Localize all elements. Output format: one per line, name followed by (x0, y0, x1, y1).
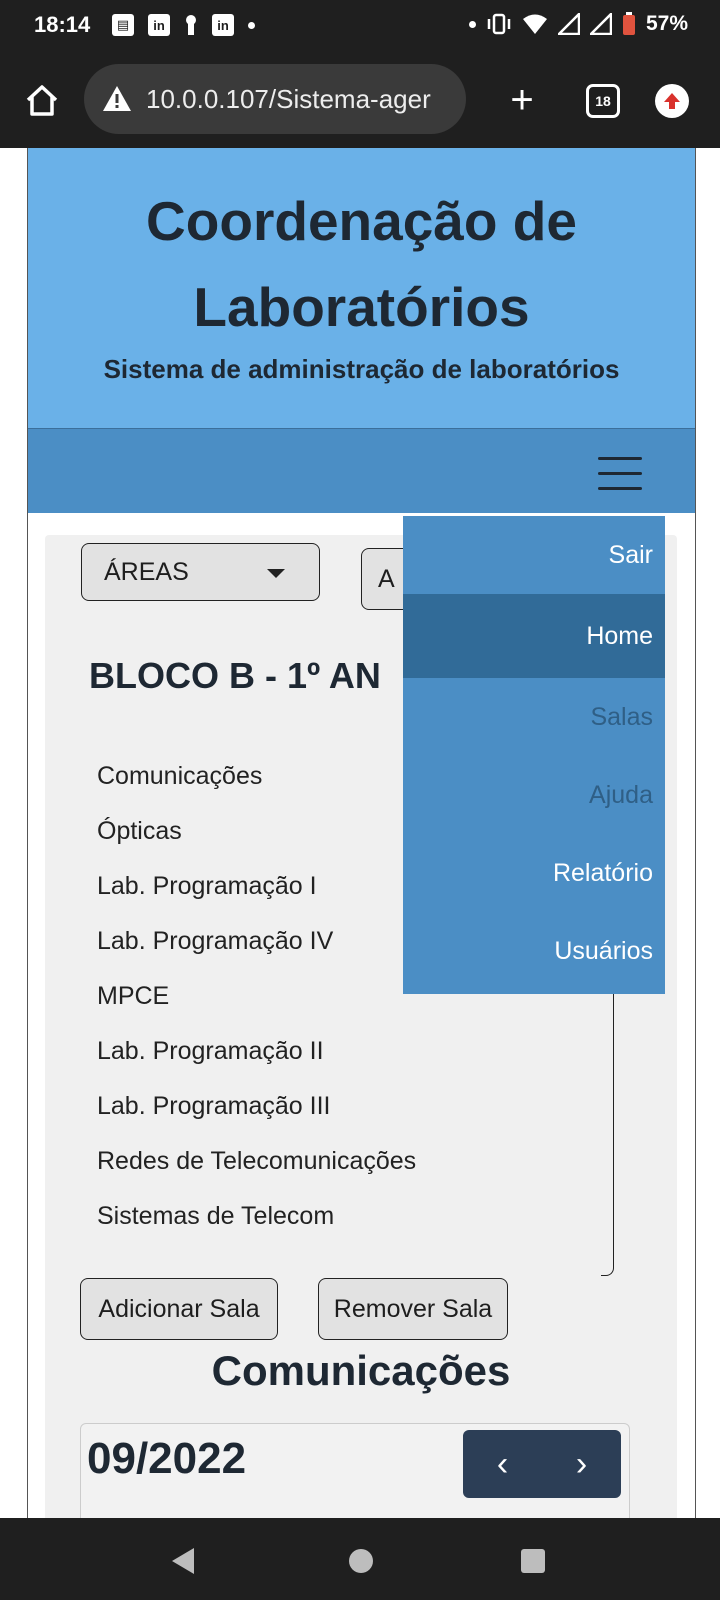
status-time: 18:14 (34, 12, 91, 37)
areas-dropdown-button[interactable]: ÁREAS (81, 543, 320, 601)
areas-label: ÁREAS (104, 557, 189, 586)
menu-item-ajuda[interactable]: Ajuda (403, 756, 665, 834)
add-room-button[interactable]: Adicionar Sala (80, 1278, 278, 1340)
back-icon[interactable] (172, 1548, 194, 1574)
room-item[interactable]: MPCE (97, 969, 416, 1024)
signal-icon (589, 13, 612, 35)
linkedin-icon: in (212, 14, 234, 36)
address-bar[interactable]: 10.0.0.107/Sistema-ager (84, 64, 466, 134)
menu-item-home[interactable]: Home (403, 594, 665, 678)
block-title: BLOCO B - 1º AN (89, 655, 381, 696)
recent-apps-icon[interactable] (521, 1549, 545, 1573)
browser-toolbar: 10.0.0.107/Sistema-ager + 18 (0, 52, 720, 148)
new-tab-icon[interactable]: + (502, 80, 542, 120)
selected-room-title: Comunicações (211, 1347, 511, 1394)
status-bar: 18:14 ▤ in in 57% (0, 0, 720, 52)
nav-dropdown-menu: Sair Home Salas Ajuda Relatório Usuários (403, 516, 665, 994)
system-navigation-bar (0, 1518, 720, 1600)
calendar: 09/2022 ‹ › (80, 1423, 630, 1518)
menu-item-usuarios[interactable]: Usuários (403, 912, 665, 990)
more-notifications-icon (248, 21, 255, 29)
site-navbar (28, 429, 695, 513)
caret-down-icon (267, 569, 285, 578)
calendar-month: 09/2022 (87, 1434, 247, 1483)
signal-icon (557, 13, 580, 35)
keyhole-icon (184, 14, 198, 36)
room-item[interactable]: Lab. Programação I (97, 859, 416, 914)
battery-percent: 57% (645, 12, 688, 35)
room-item[interactable]: Comunicações (97, 749, 416, 804)
menu-item-salas[interactable]: Salas (403, 678, 665, 756)
dot-icon (468, 20, 476, 28)
update-icon[interactable] (655, 84, 689, 118)
room-item[interactable]: Sistemas de Telecom (97, 1189, 416, 1244)
site-header: Coordenação de Laboratórios Sistema de a… (28, 148, 695, 429)
hamburger-menu-icon[interactable] (598, 457, 642, 491)
room-item[interactable]: Ópticas (97, 804, 416, 859)
vibrate-icon (487, 13, 511, 35)
url-text: 10.0.0.107/Sistema-ager (146, 83, 431, 114)
system-icons: 57% (468, 12, 688, 36)
calendar-nav: ‹ › (463, 1430, 621, 1498)
room-item[interactable]: Lab. Programação III (97, 1079, 416, 1134)
linkedin-icon: in (148, 14, 170, 36)
room-item[interactable]: Lab. Programação II (97, 1024, 416, 1079)
home-icon[interactable] (22, 80, 62, 120)
battery-icon (622, 12, 635, 35)
wifi-icon (522, 14, 547, 34)
menu-item-relatorio[interactable]: Relatório (403, 834, 665, 912)
news-icon: ▤ (112, 14, 134, 36)
notification-icons: ▤ in in (112, 14, 255, 36)
room-list: Comunicações Ópticas Lab. Programação I … (97, 749, 416, 1244)
prev-month-button[interactable]: ‹ (463, 1430, 542, 1498)
second-dropdown-label: A (378, 564, 395, 593)
room-item[interactable]: Redes de Telecomunicações (97, 1134, 416, 1189)
menu-item-sair[interactable]: Sair (403, 516, 665, 594)
next-month-button[interactable]: › (542, 1430, 621, 1498)
room-item[interactable]: Lab. Programação IV (97, 914, 416, 969)
remove-room-button[interactable]: Remover Sala (318, 1278, 508, 1340)
home-circle-icon[interactable] (349, 1549, 373, 1573)
tab-switcher-button[interactable]: 18 (586, 84, 620, 118)
site-title: Coordenação de Laboratórios (146, 190, 577, 338)
warning-icon (103, 86, 131, 111)
site-subtitle: Sistema de administração de laboratórios (103, 354, 620, 384)
